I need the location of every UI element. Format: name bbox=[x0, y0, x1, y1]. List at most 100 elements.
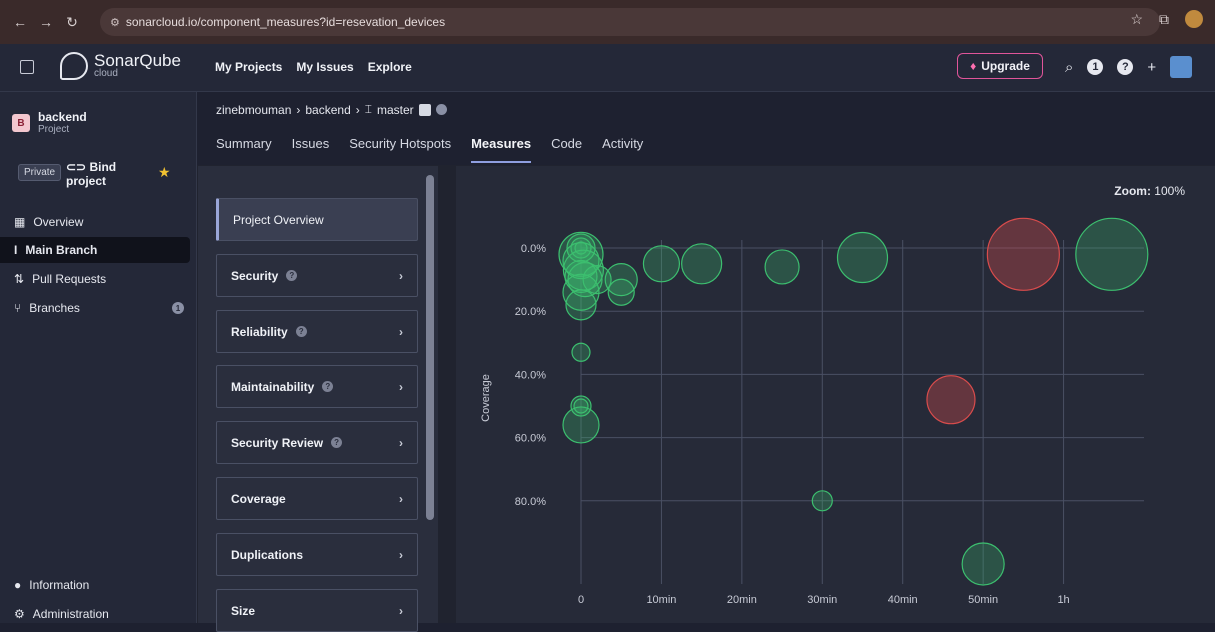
nav-explore[interactable]: Explore bbox=[368, 60, 412, 74]
project-type: Project bbox=[38, 124, 70, 135]
notifications-icon[interactable]: 1 bbox=[1087, 59, 1104, 75]
facet-maintainability[interactable]: Maintainability ? › bbox=[216, 365, 418, 408]
bubble-point[interactable] bbox=[926, 375, 976, 425]
bubble-point[interactable] bbox=[642, 245, 681, 283]
facet-label: Project Overview bbox=[233, 212, 324, 227]
help-icon[interactable] bbox=[435, 104, 447, 115]
avatar[interactable] bbox=[1170, 56, 1193, 78]
breadcrumb: zinebmouman › backend › ⌶ master bbox=[216, 102, 447, 117]
back-icon[interactable]: ← bbox=[10, 14, 30, 30]
facet-label: Reliability bbox=[231, 324, 288, 339]
x-tick-label: 30min bbox=[807, 594, 837, 606]
breadcrumb-branch[interactable]: master bbox=[377, 103, 414, 117]
bubbles bbox=[558, 217, 1149, 586]
pull-request-icon: ⇅ bbox=[14, 272, 25, 286]
chevron-right-icon: › bbox=[355, 102, 360, 117]
sidebar-item-overview[interactable]: ▦ Overview bbox=[0, 209, 190, 235]
top-nav: My Projects My Issues Explore bbox=[215, 60, 412, 74]
plus-icon[interactable]: + bbox=[1147, 59, 1156, 76]
sidebar-item-information[interactable]: ● Information bbox=[0, 572, 190, 598]
facet-coverage[interactable]: Coverage › bbox=[216, 477, 418, 520]
nav-my-issues[interactable]: My Issues bbox=[296, 60, 353, 74]
favorite-star-icon[interactable]: ★ bbox=[158, 164, 171, 181]
bubble-point[interactable] bbox=[811, 490, 833, 512]
facet-reliability[interactable]: Reliability ? › bbox=[216, 310, 418, 353]
forward-icon[interactable]: → bbox=[36, 14, 56, 30]
sidebar-toggle-icon[interactable] bbox=[20, 60, 34, 74]
project-header[interactable]: B backend Project bbox=[12, 110, 87, 135]
facet-duplications[interactable]: Duplications › bbox=[216, 533, 418, 576]
bubble-point[interactable] bbox=[764, 249, 800, 285]
bubble-point[interactable] bbox=[1075, 217, 1149, 291]
sidebar-item-branches[interactable]: ⑂ Branches 1 bbox=[0, 295, 190, 321]
site-settings-icon[interactable]: ⚙ bbox=[110, 16, 120, 29]
facet-label: Maintainability bbox=[231, 379, 315, 394]
nav-my-projects[interactable]: My Projects bbox=[215, 60, 282, 74]
x-tick-label: 0 bbox=[578, 594, 584, 606]
app-header: SonarQube cloud My Projects My Issues Ex… bbox=[0, 44, 1215, 92]
sidebar-item-pull-requests[interactable]: ⇅ Pull Requests bbox=[0, 266, 190, 292]
bind-label: Bind project bbox=[66, 160, 117, 188]
branches-count-badge: 1 bbox=[172, 302, 184, 314]
bubble-point[interactable] bbox=[571, 342, 591, 362]
bubble-point[interactable] bbox=[562, 406, 600, 444]
breadcrumb-project[interactable]: backend bbox=[305, 103, 350, 117]
upgrade-button[interactable]: ♦ Upgrade bbox=[957, 53, 1043, 79]
bubble-point[interactable] bbox=[681, 243, 723, 285]
logo-icon bbox=[60, 52, 88, 80]
address-bar[interactable]: ⚙ sonarcloud.io/component_measures?id=re… bbox=[100, 8, 1160, 36]
private-badge: Private bbox=[18, 164, 62, 181]
extensions-icon[interactable]: ⧉ bbox=[1159, 11, 1169, 28]
chevron-right-icon: › bbox=[399, 435, 403, 450]
chevron-right-icon: › bbox=[296, 102, 301, 117]
help-icon[interactable]: ? bbox=[295, 326, 307, 337]
facet-security-review[interactable]: Security Review ? › bbox=[216, 421, 418, 464]
tab-issues[interactable]: Issues bbox=[292, 136, 330, 163]
facet-size[interactable]: Size › bbox=[216, 589, 418, 632]
tab-measures[interactable]: Measures bbox=[471, 136, 532, 163]
bubble-point[interactable] bbox=[836, 231, 889, 284]
info-icon: ● bbox=[14, 578, 22, 592]
branch-icon: ⌶ bbox=[364, 102, 372, 116]
tab-summary[interactable]: Summary bbox=[216, 136, 272, 163]
main-branch-tag-icon bbox=[418, 103, 431, 116]
facet-label: Coverage bbox=[231, 491, 286, 506]
y-axis-ticks: 0.0% 20.0% 40.0% 60.0% 80.0% bbox=[515, 243, 546, 508]
sidebar-item-main-branch[interactable]: I Main Branch bbox=[0, 237, 190, 263]
x-axis-ticks: 0 10min 20min 30min 40min 50min 1h bbox=[578, 594, 1070, 606]
bubble-point[interactable] bbox=[607, 278, 635, 306]
y-axis-label: Coverage bbox=[480, 374, 492, 422]
bind-project-link[interactable]: ⊂⊃ Bind project bbox=[66, 160, 126, 188]
help-icon[interactable]: ? bbox=[1117, 59, 1134, 75]
facet-scrollbar[interactable] bbox=[426, 175, 434, 520]
search-icon[interactable]: ⌕ bbox=[1065, 59, 1073, 76]
y-tick-label: 20.0% bbox=[515, 306, 546, 318]
sidebar-item-label: Information bbox=[29, 578, 90, 592]
bubble-point[interactable] bbox=[961, 542, 1005, 586]
y-tick-label: 60.0% bbox=[515, 433, 546, 445]
gem-icon: ♦ bbox=[970, 59, 977, 73]
sidebar-item-label: Main Branch bbox=[25, 243, 98, 257]
bubble-point[interactable] bbox=[986, 217, 1060, 291]
tab-security-hotspots[interactable]: Security Hotspots bbox=[349, 136, 451, 163]
sidebar-item-administration[interactable]: ⚙ Administration bbox=[0, 601, 190, 627]
help-icon[interactable]: ? bbox=[331, 437, 343, 448]
sonarqube-logo[interactable]: SonarQube cloud bbox=[60, 52, 181, 80]
bubble-point[interactable] bbox=[565, 289, 597, 321]
help-icon[interactable]: ? bbox=[286, 270, 298, 281]
profile-icon[interactable] bbox=[1185, 10, 1203, 28]
bookmark-star-icon[interactable]: ☆ bbox=[1130, 11, 1143, 28]
sidebar-item-label: Branches bbox=[29, 301, 80, 315]
tab-code[interactable]: Code bbox=[551, 136, 582, 163]
facet-project-overview[interactable]: Project Overview bbox=[216, 198, 418, 241]
tab-activity[interactable]: Activity bbox=[602, 136, 643, 163]
grid-icon: ▦ bbox=[14, 215, 26, 229]
breadcrumb-org[interactable]: zinebmouman bbox=[216, 103, 291, 117]
chart-grid bbox=[580, 240, 1144, 584]
project-name: backend bbox=[38, 110, 87, 124]
x-tick-label: 1h bbox=[1057, 594, 1069, 606]
help-icon[interactable]: ? bbox=[322, 381, 334, 392]
facet-security[interactable]: Security ? › bbox=[216, 254, 418, 297]
y-tick-label: 80.0% bbox=[515, 496, 546, 508]
reload-icon[interactable]: ↻ bbox=[62, 14, 82, 31]
